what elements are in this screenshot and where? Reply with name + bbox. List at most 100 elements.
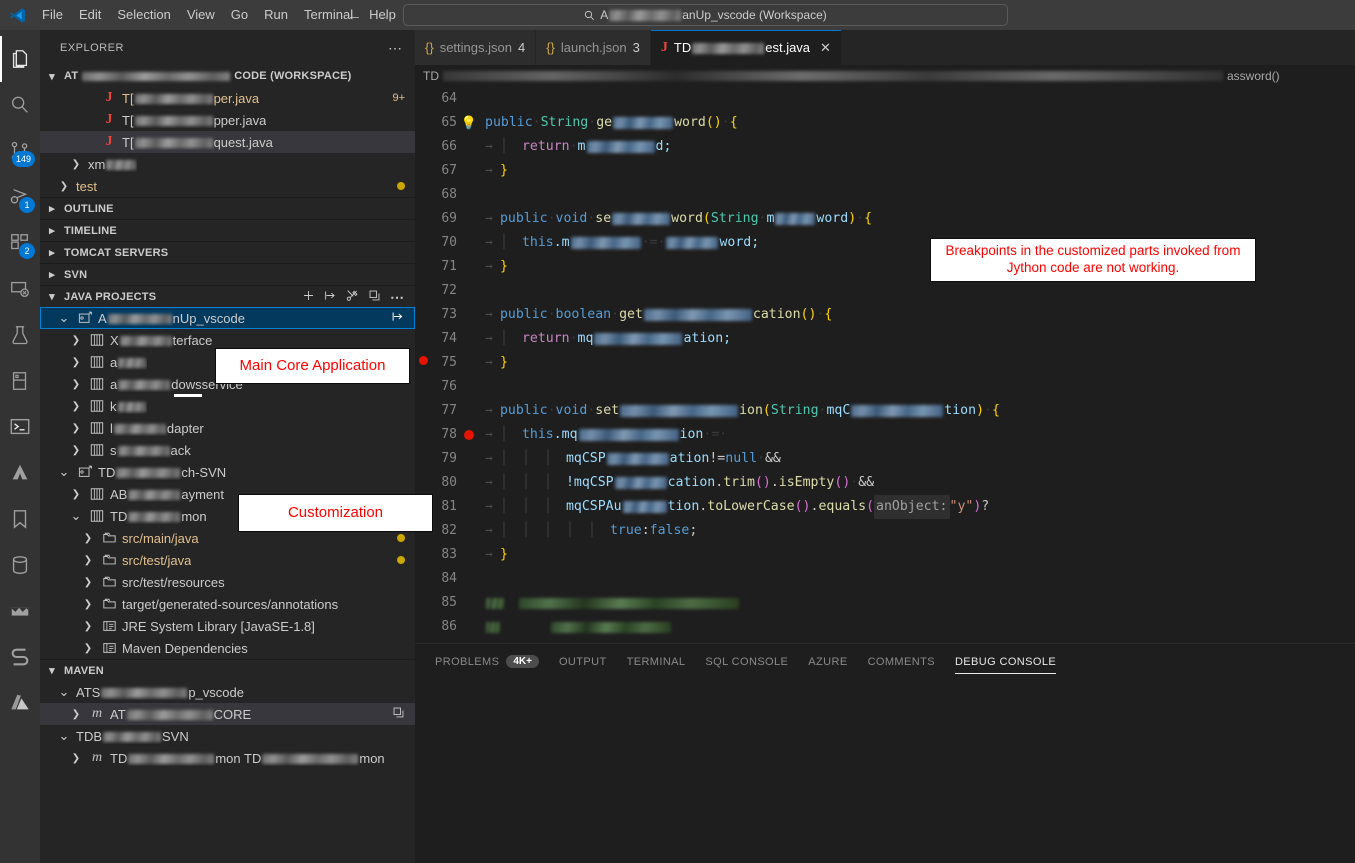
section-header-workspace[interactable]: ▾ AT CODE (WORKSPACE) — [40, 65, 415, 87]
whitespace: · — [587, 399, 595, 423]
redacted-text — [128, 490, 180, 500]
menu-item-view[interactable]: View — [179, 4, 223, 26]
ellipsis-icon[interactable]: ⋯ — [390, 292, 405, 302]
breadcrumb-suffix[interactable]: assword() — [1227, 69, 1280, 83]
panel-tab-azure[interactable]: AZURE — [798, 644, 857, 679]
debug-console-body[interactable] — [415, 679, 1355, 863]
maven-tree-item[interactable]: ❯mATCORE — [40, 703, 415, 725]
java-icon: J — [100, 90, 118, 106]
file-tree-item[interactable]: JT[quest.java — [40, 131, 415, 153]
activity-terminal[interactable] — [0, 404, 40, 450]
code-editor[interactable]: 6465💡 public·String·geword()·{66→ │ retu… — [415, 87, 1355, 643]
editor-tab[interactable]: {}settings.json4 — [415, 30, 536, 65]
plus-icon[interactable] — [302, 289, 315, 305]
activity-azure[interactable] — [0, 680, 40, 726]
menu-item-go[interactable]: Go — [223, 4, 256, 26]
arrow-left-icon[interactable]: ← — [347, 8, 362, 23]
activity-run-debug[interactable]: 1 — [0, 174, 40, 220]
chevron-down-icon: ▾ — [44, 290, 60, 303]
line-number: 69 — [415, 207, 457, 231]
maven-tree-item[interactable]: ⌄TDBSVN — [40, 725, 415, 747]
indent-arrow: → — [485, 495, 493, 519]
gutter-78[interactable] — [457, 430, 481, 440]
activity-source-control[interactable]: 149 — [0, 128, 40, 174]
section-header-timeline[interactable]: ▸ TIMELINE — [40, 219, 415, 241]
gutter-65[interactable]: 💡 — [457, 117, 481, 130]
chevron-right-icon: ❯ — [68, 753, 84, 764]
panel-tab-problems[interactable]: PROBLEMS4K+ — [425, 644, 549, 679]
activity-search[interactable] — [0, 82, 40, 128]
file-tree-item[interactable]: JT[pper.java — [40, 109, 415, 131]
java-tree-item[interactable]: ⌄AnUp_vscode — [40, 307, 415, 329]
activity-database[interactable] — [0, 542, 40, 588]
line-number: 84 — [415, 567, 457, 591]
section-header-tomcat-servers[interactable]: ▸ TOMCAT SERVERS — [40, 241, 415, 263]
menu-item-file[interactable]: File — [34, 4, 71, 26]
activity-sonarlint[interactable] — [0, 634, 40, 680]
indent-arrow: → — [485, 543, 493, 567]
menu-item-run[interactable]: Run — [256, 4, 296, 26]
panel-tab-output[interactable]: OUTPUT — [549, 644, 617, 679]
editor-tab[interactable]: {}launch.json3 — [536, 30, 651, 65]
java-tree-item-label: sack — [110, 443, 191, 458]
code-text: → │││ !mqCSPcation.trim().isEmpty()·&& — [481, 471, 874, 495]
sonarlint-icon — [9, 646, 31, 668]
chevron-down-icon: ▾ — [44, 70, 60, 83]
menu-item-edit[interactable]: Edit — [71, 4, 109, 26]
java-tree-item[interactable]: ❯k — [40, 395, 415, 417]
folder-tree-item[interactable]: ❯xm — [40, 153, 415, 175]
java-tree-item[interactable]: ❯JRE System Library [JavaSE-1.8] — [40, 615, 415, 637]
menu-item-selection[interactable]: Selection — [109, 4, 178, 26]
maven-tree-item[interactable]: ❯mTDmon TDmon — [40, 747, 415, 769]
maven-tree-item[interactable]: ⌄ATSp_vscode — [40, 681, 415, 703]
java-tree-item[interactable]: ❯src/test/java — [40, 549, 415, 571]
activity-testing[interactable] — [0, 312, 40, 358]
folder-tree-item[interactable]: ❯test — [40, 175, 415, 197]
java-tree-item[interactable]: ❯Maven Dependencies — [40, 637, 415, 659]
copy-icon[interactable] — [368, 289, 381, 305]
copy-icon[interactable] — [392, 706, 405, 722]
chevron-right-icon: ❯ — [68, 423, 84, 434]
section-header-svn[interactable]: ▸ SVN — [40, 263, 415, 285]
java-tree-item[interactable]: ⌄TDch-SVN — [40, 461, 415, 483]
activity-charts[interactable] — [0, 588, 40, 634]
activity-bookmarks[interactable] — [0, 496, 40, 542]
project-icon — [76, 465, 94, 479]
panel-tab-terminal[interactable]: TERMINAL — [617, 644, 696, 679]
editor-tab[interactable]: JTDest.java✕ — [651, 30, 842, 65]
redacted-code — [623, 501, 667, 513]
activity-atlassian[interactable] — [0, 450, 40, 496]
panel-tab-comments[interactable]: COMMENTS — [858, 644, 945, 679]
panel-tab-debug-console[interactable]: DEBUG CONSOLE — [945, 644, 1066, 679]
ellipsis-icon[interactable]: ⋯ — [388, 43, 403, 53]
section-header-maven[interactable]: ▾ MAVEN — [40, 659, 415, 681]
section-header-java-projects[interactable]: ▾ JAVA PROJECTS — [40, 285, 415, 307]
editor-tab-count: 4 — [518, 40, 525, 55]
chart-icon — [9, 600, 31, 622]
arrow-right-icon[interactable]: → — [376, 8, 391, 23]
section-header-outline[interactable]: ▸ OUTLINE — [40, 197, 415, 219]
activity-explorer[interactable] — [0, 36, 40, 82]
link-icon[interactable] — [324, 289, 337, 305]
java-tree-item[interactable]: ❯ldapter — [40, 417, 415, 439]
whitespace: ·=· — [703, 423, 727, 447]
package-icon — [88, 399, 106, 413]
panel-tab-sql-console[interactable]: SQL CONSOLE — [695, 644, 798, 679]
breadcrumb-prefix[interactable]: TD — [423, 69, 439, 83]
redacted-text — [692, 43, 764, 54]
quick-input-search[interactable]: A anUp_vscode (Workspace) — [403, 4, 1008, 26]
breakpoint-icon[interactable] — [464, 430, 474, 440]
java-tree-item[interactable]: ❯target/generated-sources/annotations — [40, 593, 415, 615]
java-tree-item[interactable]: ❯src/test/resources — [40, 571, 415, 593]
lightbulb-icon[interactable]: 💡 — [461, 117, 477, 130]
annotation-customization: Customization — [238, 494, 433, 532]
export-icon[interactable] — [391, 310, 405, 326]
indent-guide: │ — [500, 519, 508, 543]
java-tree-item[interactable]: ❯sack — [40, 439, 415, 461]
tools-icon[interactable] — [346, 289, 359, 305]
activity-server[interactable] — [0, 358, 40, 404]
close-icon[interactable]: ✕ — [820, 41, 831, 54]
activity-extensions[interactable]: 2 — [0, 220, 40, 266]
activity-remote-explorer[interactable] — [0, 266, 40, 312]
file-tree-item[interactable]: JT[per.java9+ — [40, 87, 415, 109]
